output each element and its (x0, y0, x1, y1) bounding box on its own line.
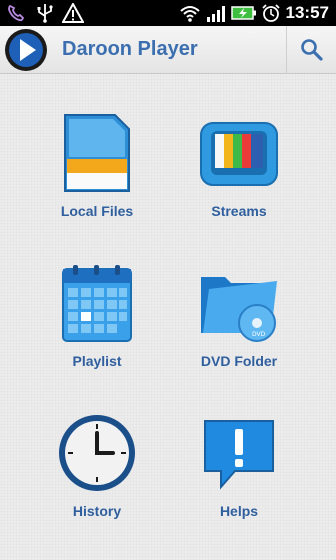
search-icon (301, 39, 323, 61)
menu-item-history[interactable]: History (32, 413, 162, 543)
battery-charging-icon (231, 6, 256, 20)
menu-item-local-files[interactable]: Local Files (32, 113, 162, 243)
menu-item-playlist[interactable]: Playlist (32, 263, 162, 393)
app-title: Daroon Player (62, 38, 198, 60)
warning-icon (62, 3, 84, 23)
svg-text:DVD: DVD (252, 331, 266, 338)
help-bubble-icon (204, 420, 274, 490)
calendar-icon (62, 265, 132, 342)
play-logo-icon[interactable] (3, 28, 49, 72)
action-bar: Daroon Player (0, 26, 336, 74)
menu-item-helps[interactable]: Helps (174, 413, 304, 543)
search-button[interactable] (286, 26, 336, 74)
wifi-icon (180, 6, 200, 22)
alarm-icon (262, 4, 280, 22)
status-clock: 13:57 (285, 3, 329, 22)
menu-item-label: Helps (219, 503, 259, 519)
menu-item-label: DVD Folder (200, 353, 278, 369)
menu-item-label: Local Files (60, 203, 134, 219)
usb-icon (37, 4, 53, 23)
menu-item-label: Playlist (72, 353, 122, 369)
status-bar: 13:57 (0, 0, 336, 26)
menu-item-label: History (72, 503, 122, 519)
dvd-folder-icon: DVD (201, 277, 277, 342)
viber-icon (8, 4, 25, 22)
menu-item-label: Streams (211, 203, 267, 219)
sd-card-icon (64, 114, 130, 192)
menu-item-streams[interactable]: Streams (174, 113, 304, 243)
menu-item-dvd-folder[interactable]: DVD DVD Folder (174, 263, 304, 393)
clock-icon (59, 415, 135, 491)
tv-icon (200, 122, 278, 186)
signal-icon (207, 6, 225, 22)
